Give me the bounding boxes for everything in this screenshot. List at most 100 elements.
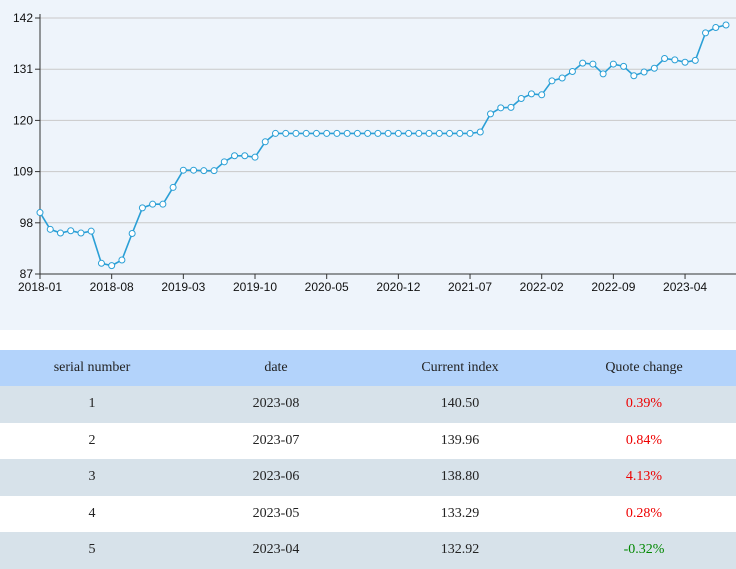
data-point [456,129,464,137]
data-point [691,56,699,64]
data-point [446,129,454,137]
y-tick-label: 109 [13,165,33,179]
data-point [497,104,505,112]
header-date: date [184,350,368,386]
index-table: serial number date Current index Quote c… [0,350,736,569]
data-point [661,54,669,62]
y-tick-label: 98 [20,216,34,230]
table-header-row: serial number date Current index Quote c… [0,350,736,386]
data-point [609,60,617,68]
y-tick-label: 131 [13,62,33,76]
data-point [405,129,413,137]
data-point [620,62,628,70]
x-tick-label: 2020-12 [376,280,420,294]
cell-quote-change: 4.13% [552,459,736,496]
data-point [179,166,187,174]
data-point [220,158,228,166]
data-point [271,129,279,137]
data-point [630,72,638,80]
table-row: 5 2023-04 132.92 -0.32% [0,532,736,569]
table-row: 4 2023-05 133.29 0.28% [0,495,736,532]
data-point [302,129,310,137]
data-point [118,256,126,264]
data-point [640,68,648,76]
data-point [681,58,689,66]
data-point [558,74,566,82]
data-point [466,129,474,137]
cell-index: 138.80 [368,459,552,496]
data-point [374,129,382,137]
data-point [507,103,515,111]
data-point [108,262,116,270]
cell-quote-change: -0.32% [552,532,736,569]
data-point [241,152,249,160]
table-row: 3 2023-06 138.80 4.13% [0,459,736,496]
data-point [312,129,320,137]
cell-index: 133.29 [368,495,552,532]
data-point [425,129,433,137]
header-current-index: Current index [368,350,552,386]
data-point [364,129,372,137]
data-point [415,129,423,137]
data-point [487,110,495,118]
data-point [568,68,576,76]
x-tick-label: 2018-08 [90,280,134,294]
data-point [548,77,556,85]
data-point [579,59,587,67]
cell-quote-change: 0.28% [552,495,736,532]
data-point [67,227,75,235]
data-point [56,229,64,237]
cell-index: 139.96 [368,422,552,459]
chart-panel: 87 98 109 120 131 142 2018-01 2018-08 2019-03 201… [0,0,736,330]
data-point [46,225,54,233]
table-row: 2 2023-07 139.96 0.84% [0,422,736,459]
cell-index: 132.92 [368,532,552,569]
data-point [169,183,177,191]
cell-date: 2023-08 [184,386,368,423]
data-point [671,56,679,64]
cell-date: 2023-04 [184,532,368,569]
cell-serial: 4 [0,495,184,532]
data-point [333,129,341,137]
data-point [527,90,535,98]
data-point [517,95,525,103]
data-point [650,64,658,72]
x-tick-label: 2021-07 [448,280,492,294]
data-point [97,259,105,267]
data-point [261,138,269,146]
data-point [323,129,331,137]
data-point [159,200,167,208]
data-point [702,29,710,37]
header-serial-number: serial number [0,350,184,386]
data-point [128,230,136,238]
line-chart: 87 98 109 120 131 142 2018-01 2018-08 2019-03 201… [13,11,736,294]
y-tick-label: 142 [13,11,33,25]
x-tick-label: 2019-10 [233,280,277,294]
cell-serial: 2 [0,422,184,459]
x-tick-label: 2022-02 [520,280,564,294]
cell-date: 2023-06 [184,459,368,496]
data-point [353,129,361,137]
data-point [599,70,607,78]
data-point [190,166,198,174]
data-point [343,129,351,137]
x-tick-label: 2023-04 [663,280,707,294]
header-quote-change: Quote change [552,350,736,386]
data-point [712,23,720,31]
data-point [87,227,95,235]
data-point [77,229,85,237]
data-point [36,209,44,217]
x-tick-label: 2019-03 [161,280,205,294]
x-tick-label: 2022-09 [591,280,635,294]
data-point [138,204,146,212]
cell-quote-change: 0.84% [552,422,736,459]
data-point [200,167,208,175]
cell-date: 2023-05 [184,495,368,532]
table-row: 1 2023-08 140.50 0.39% [0,386,736,423]
x-tick-label: 2020-05 [305,280,349,294]
cell-quote-change: 0.39% [552,386,736,423]
data-point [589,60,597,68]
data-point [251,153,259,161]
data-point [394,129,402,137]
y-tick-label: 87 [20,267,34,281]
